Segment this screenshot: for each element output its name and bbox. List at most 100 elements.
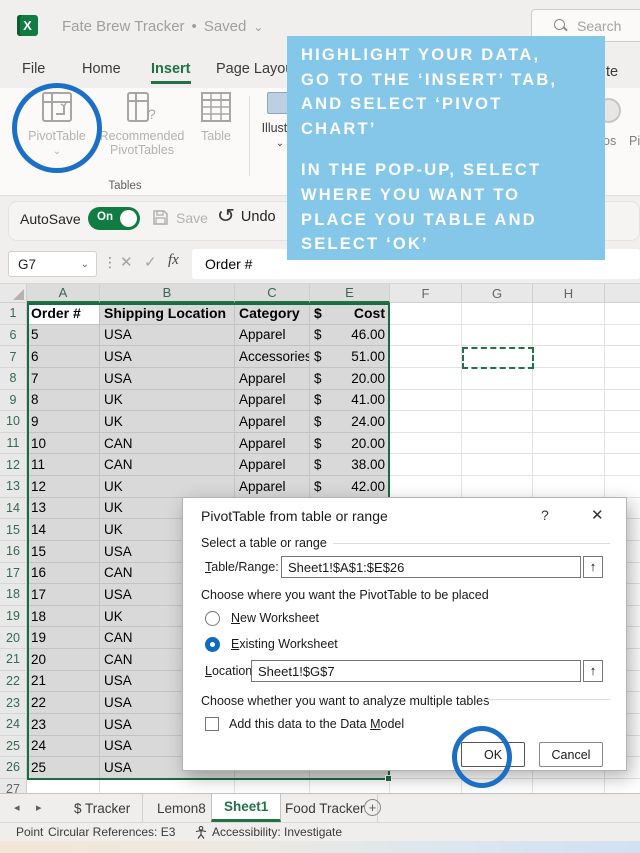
sheet-tab-lemon8[interactable]: Lemon8 [145,794,219,822]
column-header-C[interactable]: C [235,284,310,303]
cell[interactable] [533,303,605,325]
location-input[interactable]: Sheet1!$G$7 [251,660,581,682]
cell[interactable] [462,303,533,325]
row-number[interactable]: 13 [0,476,27,498]
cell[interactable]: Apparel [235,476,310,498]
row-number[interactable]: 24 [0,714,27,736]
more-dots-icon[interactable]: ⋮ [103,254,117,271]
cell[interactable] [462,325,533,347]
cell[interactable]: CAN [100,454,235,476]
row-number[interactable]: 14 [0,498,27,520]
cell[interactable]: $51.00 [310,346,390,368]
cell[interactable] [390,411,462,433]
cell[interactable]: 12 [27,476,100,498]
cell[interactable] [462,368,533,390]
cell[interactable] [605,411,640,433]
cell[interactable] [462,433,533,455]
row-number[interactable]: 12 [0,454,27,476]
cell[interactable]: 13 [27,498,100,520]
row-number[interactable]: 9 [0,390,27,412]
cell[interactable]: 7 [27,368,100,390]
cell[interactable] [390,433,462,455]
cell[interactable] [390,325,462,347]
cell[interactable] [533,454,605,476]
cell[interactable] [605,368,640,390]
cell[interactable] [533,476,605,498]
cell[interactable] [390,390,462,412]
row-number[interactable]: 18 [0,584,27,606]
cell[interactable]: $24.00 [310,411,390,433]
cell[interactable] [390,476,462,498]
column-header-A[interactable]: A [27,284,100,303]
cell[interactable]: Accessories [235,346,310,368]
cancel-entry-icon[interactable]: ✕ [120,253,133,271]
cell[interactable]: 23 [27,714,100,736]
cell[interactable]: 15 [27,541,100,563]
existing-worksheet-radio[interactable] [205,637,220,652]
cell[interactable]: 14 [27,519,100,541]
cell[interactable]: 18 [27,606,100,628]
column-header-B[interactable]: B [100,284,235,303]
cell[interactable]: UK [100,411,235,433]
cell[interactable]: $20.00 [310,368,390,390]
row-number[interactable]: 25 [0,736,27,758]
cell[interactable]: 6 [27,346,100,368]
cell[interactable]: Apparel [235,454,310,476]
row-number[interactable]: 10 [0,411,27,433]
cell[interactable]: 8 [27,390,100,412]
cell[interactable]: $Cost [310,303,390,325]
row-number[interactable]: 17 [0,563,27,585]
row-number[interactable]: 16 [0,541,27,563]
confirm-entry-icon[interactable]: ✓ [144,253,157,271]
cell[interactable] [390,454,462,476]
pivottable-button[interactable]: PivotTable ⌄ [26,92,88,159]
cell[interactable]: USA [100,346,235,368]
new-worksheet-radio[interactable] [205,611,220,626]
cell[interactable] [605,303,640,325]
table-button[interactable]: Table [190,92,242,143]
column-header-E[interactable]: E [310,284,390,303]
cell[interactable]: 17 [27,584,100,606]
cell[interactable]: Category [235,303,310,325]
ok-button[interactable]: OK [461,742,525,767]
cell[interactable] [390,346,462,368]
document-title[interactable]: Fate Brew Tracker • Saved ⌄ [62,18,263,35]
tab-scroll-right-icon[interactable]: ▸ [36,801,42,814]
sheet-tab-sheet1[interactable]: Sheet1 [211,794,281,822]
row-number[interactable]: 15 [0,519,27,541]
cell[interactable]: 19 [27,627,100,649]
g7-destination-cell[interactable] [462,347,534,369]
cell[interactable]: Apparel [235,390,310,412]
excel-logo-icon[interactable]: X [17,15,38,36]
cell[interactable]: Apparel [235,433,310,455]
cell[interactable]: 5 [27,325,100,347]
cell[interactable] [605,390,640,412]
cell[interactable]: 24 [27,736,100,758]
column-header-G[interactable]: G [462,284,533,303]
cell[interactable] [533,346,605,368]
cell[interactable] [533,390,605,412]
data-model-checkbox[interactable] [205,717,219,731]
tab-file[interactable]: File [22,61,45,77]
cell[interactable] [533,325,605,347]
cell[interactable] [605,346,640,368]
dialog-help-icon[interactable]: ? [541,507,549,523]
cell[interactable] [533,368,605,390]
row-number[interactable]: 11 [0,433,27,455]
tab-home[interactable]: Home [82,61,121,77]
cell[interactable]: $41.00 [310,390,390,412]
tab-page-layout[interactable]: Page Layout [216,61,297,77]
cell[interactable]: Shipping Location [100,303,235,325]
cell[interactable] [533,433,605,455]
row-number[interactable]: 20 [0,627,27,649]
accessibility-status[interactable]: Accessibility: Investigate [212,825,342,839]
cell[interactable] [462,454,533,476]
row-number[interactable]: 26 [0,757,27,779]
fill-handle[interactable] [385,775,392,782]
cell[interactable]: 16 [27,563,100,585]
cell[interactable]: Apparel [235,411,310,433]
autosave-toggle[interactable]: On [88,207,140,230]
sheet-tab-tracker[interactable]: $ Tracker [62,794,143,822]
cell[interactable]: Apparel [235,368,310,390]
cell[interactable] [462,476,533,498]
